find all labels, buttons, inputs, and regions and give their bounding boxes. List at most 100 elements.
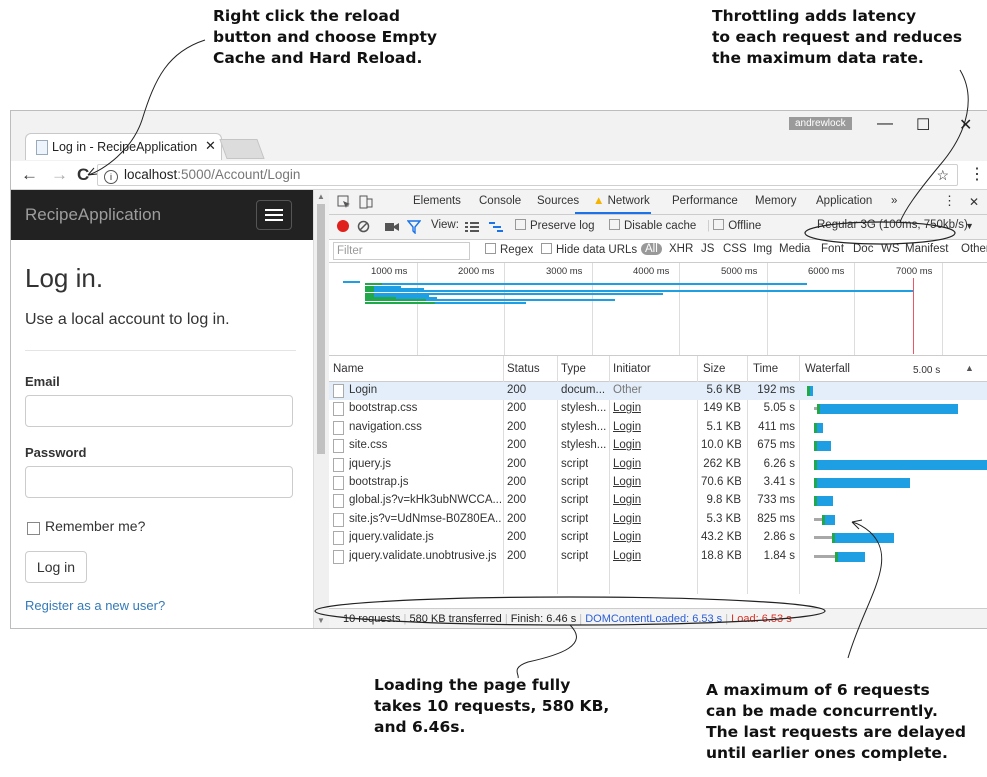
hide-data-urls-checkbox[interactable] bbox=[541, 243, 552, 254]
request-row[interactable]: site.js?v=UdNmse-B0Z80EA... 200 script Logi… bbox=[329, 511, 987, 529]
new-tab-button[interactable] bbox=[219, 139, 265, 159]
type-filter-ws[interactable]: WS bbox=[881, 243, 900, 255]
preserve-log-option[interactable]: Preserve log bbox=[515, 219, 595, 232]
email-field[interactable] bbox=[25, 395, 293, 427]
more-tabs-icon[interactable]: » bbox=[891, 195, 897, 207]
request-initiator[interactable]: Login bbox=[613, 550, 641, 562]
scroll-up-icon[interactable]: ▲ bbox=[317, 192, 325, 201]
offline-option[interactable]: | Offline bbox=[707, 219, 815, 232]
request-initiator[interactable]: Login bbox=[613, 458, 641, 470]
request-row[interactable]: Login 200 docum... Other 5.6 KB 192 ms bbox=[329, 382, 987, 400]
maximize-icon[interactable]: ☐ bbox=[916, 115, 930, 135]
request-initiator[interactable]: Login bbox=[613, 476, 641, 488]
sort-arrow-icon[interactable]: ▲ bbox=[965, 363, 974, 373]
overview-icon[interactable] bbox=[489, 221, 503, 233]
offline-checkbox[interactable] bbox=[713, 219, 725, 230]
browser-tab[interactable]: Log in - RecipeApplication ✕ bbox=[25, 133, 222, 160]
throttling-select[interactable]: Regular 3G (100ms, 750kb/s) bbox=[817, 219, 967, 231]
site-brand[interactable]: RecipeApplication bbox=[25, 205, 161, 225]
back-icon[interactable]: ← bbox=[21, 165, 38, 185]
type-filter-font[interactable]: Font bbox=[821, 243, 844, 255]
hide-data-urls-option[interactable]: Hide data URLs bbox=[541, 243, 637, 256]
request-initiator[interactable]: Login bbox=[613, 439, 641, 451]
user-badge[interactable]: andrewlock bbox=[789, 117, 852, 130]
browser-menu-icon[interactable]: ⋮ bbox=[969, 164, 985, 184]
device-toolbar-icon[interactable] bbox=[359, 195, 373, 209]
request-initiator[interactable]: Login bbox=[613, 402, 641, 414]
regex-checkbox[interactable] bbox=[485, 243, 496, 254]
devtools-menu-icon[interactable]: ⋮ bbox=[943, 193, 956, 209]
reload-icon[interactable]: C bbox=[77, 165, 89, 185]
tab-close-icon[interactable]: ✕ bbox=[205, 138, 216, 154]
register-link[interactable]: Register as a new user? bbox=[25, 598, 165, 613]
tab-elements[interactable]: Elements bbox=[413, 195, 461, 207]
screenshot-icon[interactable] bbox=[385, 221, 399, 233]
type-filter-other[interactable]: Other bbox=[961, 243, 987, 255]
password-field[interactable] bbox=[25, 466, 293, 498]
type-filter-js[interactable]: JS bbox=[701, 243, 714, 255]
large-rows-icon[interactable] bbox=[465, 221, 479, 233]
col-time-header[interactable]: Time bbox=[753, 363, 778, 375]
type-filter-all[interactable]: All bbox=[641, 243, 662, 255]
col-initiator-header[interactable]: Initiator bbox=[613, 363, 651, 375]
tab-performance[interactable]: Performance bbox=[672, 195, 738, 207]
login-button[interactable]: Log in bbox=[25, 551, 87, 583]
record-icon[interactable] bbox=[337, 220, 349, 232]
col-size-header[interactable]: Size bbox=[703, 363, 725, 375]
type-filter-doc[interactable]: Doc bbox=[853, 243, 873, 255]
inspect-element-icon[interactable] bbox=[337, 195, 351, 209]
request-initiator[interactable]: Login bbox=[613, 421, 641, 433]
type-filter-xhr[interactable]: XHR bbox=[669, 243, 693, 255]
request-initiator[interactable]: Login bbox=[613, 531, 641, 543]
hamburger-menu-icon[interactable] bbox=[256, 200, 292, 230]
disable-cache-option[interactable]: Disable cache bbox=[609, 219, 696, 232]
request-initiator[interactable]: Login bbox=[613, 494, 641, 506]
throttling-dropdown-icon[interactable]: ▼ bbox=[965, 221, 974, 231]
window-close-icon[interactable]: ✕ bbox=[959, 115, 972, 135]
request-row[interactable]: bootstrap.js 200 script Login 70.6 KB 3.41 s bbox=[329, 474, 987, 492]
request-initiator[interactable]: Login bbox=[613, 513, 641, 525]
url-field[interactable]: i localhost:5000/Account/Login ☆ bbox=[97, 164, 958, 186]
overview-download-bar bbox=[434, 301, 526, 304]
timeline-overview[interactable]: 1000 ms 2000 ms 3000 ms 4000 ms 5000 ms 6000 … bbox=[329, 263, 987, 356]
disable-cache-checkbox[interactable] bbox=[609, 219, 620, 230]
forward-icon[interactable]: → bbox=[51, 165, 68, 185]
type-filter-manifest[interactable]: Manifest bbox=[905, 243, 948, 255]
clear-icon[interactable] bbox=[357, 220, 370, 233]
devtools-close-icon[interactable]: ✕ bbox=[969, 195, 979, 209]
scroll-thumb[interactable] bbox=[317, 204, 325, 454]
regex-option[interactable]: Regex bbox=[485, 243, 533, 256]
request-row[interactable]: jquery.validate.unobtrusive.js 200 script L… bbox=[329, 548, 987, 566]
request-row[interactable]: global.js?v=kHk3ubNWCCA... 200 script Login… bbox=[329, 492, 987, 510]
request-row[interactable]: navigation.css 200 stylesh... Login 5.1 KB 41… bbox=[329, 419, 987, 437]
site-scrollbar[interactable]: ▲ ▼ bbox=[313, 190, 329, 628]
minimize-icon[interactable]: — bbox=[877, 115, 893, 133]
tab-sources[interactable]: Sources bbox=[537, 195, 579, 207]
tab-console[interactable]: Console bbox=[479, 195, 521, 207]
request-size: 9.8 KB bbox=[706, 494, 741, 507]
col-waterfall-header[interactable]: Waterfall bbox=[805, 363, 850, 375]
type-filter-css[interactable]: CSS bbox=[723, 243, 747, 255]
remember-me-checkbox[interactable] bbox=[27, 522, 40, 535]
bookmark-star-icon[interactable]: ☆ bbox=[936, 165, 949, 185]
request-row[interactable]: jquery.js 200 script Login 262 KB 6.26 s bbox=[329, 456, 987, 474]
scroll-down-icon[interactable]: ▼ bbox=[317, 616, 325, 625]
filter-input[interactable]: Filter bbox=[333, 242, 470, 260]
filter-icon[interactable] bbox=[407, 220, 421, 234]
preserve-log-checkbox[interactable] bbox=[515, 219, 526, 230]
type-filter-media[interactable]: Media bbox=[779, 243, 810, 255]
request-row[interactable]: bootstrap.css 200 stylesh... Login 149 KB 5.0… bbox=[329, 400, 987, 418]
request-row[interactable]: site.css 200 stylesh... Login 10.0 KB 675 ms bbox=[329, 437, 987, 455]
col-name-header[interactable]: Name bbox=[333, 363, 364, 375]
request-name: jquery.validate.unobtrusive.js bbox=[349, 549, 497, 562]
type-filter-img[interactable]: Img bbox=[753, 243, 772, 255]
request-initiator[interactable]: Other bbox=[613, 384, 642, 396]
tab-memory[interactable]: Memory bbox=[755, 195, 797, 207]
info-icon[interactable]: i bbox=[104, 170, 118, 184]
request-row[interactable]: jquery.validate.js 200 script Login 43.2 KB 2… bbox=[329, 529, 987, 547]
tab-application[interactable]: Application bbox=[816, 195, 872, 207]
tab-network[interactable]: ▲ Network bbox=[593, 195, 650, 207]
col-status-header[interactable]: Status bbox=[507, 363, 540, 375]
request-type: stylesh... bbox=[561, 420, 607, 433]
col-type-header[interactable]: Type bbox=[561, 363, 586, 375]
